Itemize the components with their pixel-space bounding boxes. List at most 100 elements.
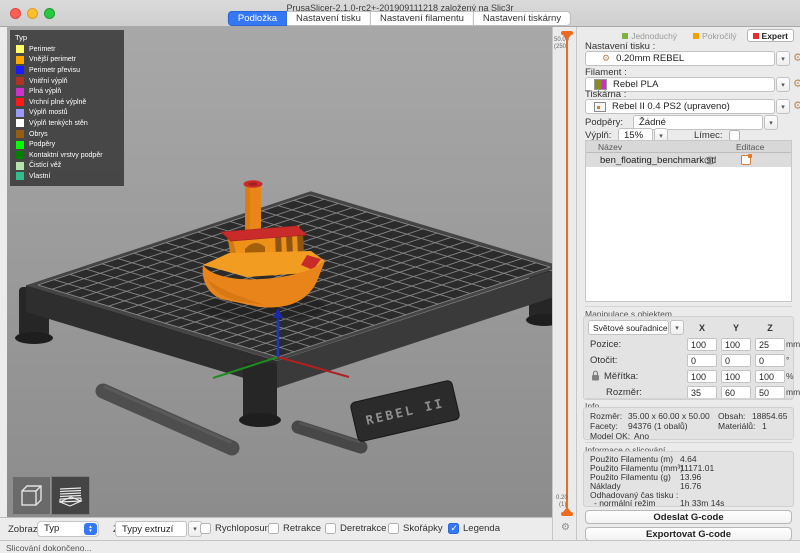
name-column-header: Název	[598, 142, 622, 152]
cost-value: 16.76	[680, 481, 701, 491]
retractions-checkbox[interactable]	[268, 523, 279, 534]
coordinate-system-select[interactable]: Světové souřadnice	[588, 320, 669, 335]
slider-top-layer: (250)	[554, 44, 568, 50]
position-unit: mm	[786, 339, 800, 349]
mode-expert-button[interactable]: Expert	[747, 29, 794, 42]
color-swatch	[16, 141, 24, 149]
print-settings-select[interactable]: ⚙ 0.20mm REBEL	[585, 51, 775, 66]
printer-dropdown-arrow[interactable]: ▾	[776, 99, 790, 114]
status-bar: Slicování dokončeno...	[0, 540, 800, 553]
object-list-header: Název Editace	[586, 141, 791, 153]
layer-slider-strip: 50.00 (250) 0.20 (1) ⚙	[552, 27, 577, 540]
filament-gear-icon[interactable]: ⚙	[793, 79, 800, 90]
color-swatch	[16, 66, 24, 74]
rotate-x-input[interactable]	[687, 354, 717, 367]
info-facets-value: 94376 (1 obalů)	[628, 421, 688, 431]
deretractions-checkbox-group: Deretrakce	[325, 523, 386, 534]
coordinate-system-dropdown-arrow[interactable]: ▾	[670, 320, 684, 335]
legend-item: Výplň mostů	[15, 108, 119, 119]
show-features-combo[interactable]: Typy extruzí	[115, 521, 187, 537]
rotate-y-input[interactable]	[721, 354, 751, 367]
position-label: Pozice:	[590, 339, 621, 350]
info-volume-label: Obsah:	[718, 411, 745, 421]
export-gcode-button[interactable]: Exportovat G-code	[585, 527, 792, 541]
legend-item: Perimetr	[15, 44, 119, 55]
scale-x-input[interactable]	[687, 370, 717, 383]
editor-view-button[interactable]	[13, 477, 50, 514]
print-settings-dropdown-arrow[interactable]: ▾	[776, 51, 790, 66]
rotate-unit: °	[786, 355, 789, 365]
position-y-input[interactable]	[721, 338, 751, 351]
eye-visibility-icon[interactable]	[704, 156, 716, 165]
slider-settings-gear-icon[interactable]: ⚙	[561, 522, 570, 533]
printer-select[interactable]: Rebel II 0.4 PS2 (upraveno)	[585, 99, 775, 114]
green-square-icon	[622, 33, 628, 39]
object-name: ben_floating_benchmark.stl	[600, 155, 716, 166]
color-swatch	[16, 130, 24, 138]
send-gcode-button[interactable]: Odeslat G-code	[585, 510, 792, 524]
orange-square-icon	[693, 33, 699, 39]
scale-y-input[interactable]	[721, 370, 751, 383]
tab-filament-settings[interactable]: Nastavení filamentu	[370, 11, 474, 26]
filament-dropdown-arrow[interactable]: ▾	[776, 77, 790, 92]
normal-mode-value: 1h 33m 14s	[680, 498, 724, 508]
legend-item: Čistící věž	[15, 161, 119, 172]
3d-viewport[interactable]: REBEL II	[7, 27, 552, 517]
legend-item: Vrchní plné výplně	[15, 97, 119, 108]
tab-plater[interactable]: Podložka	[228, 11, 287, 26]
object-list-row[interactable]: ben_floating_benchmark.stl	[586, 153, 791, 167]
mode-advanced-button[interactable]: Pokročilý	[687, 29, 742, 42]
legend-checkbox[interactable]	[448, 523, 459, 534]
shells-checkbox[interactable]	[388, 523, 399, 534]
slider-bottom-value: 0.20	[556, 495, 568, 501]
print-settings-gear-icon[interactable]: ⚙	[793, 53, 800, 64]
color-swatch	[16, 109, 24, 117]
info-manifold-value: Ano	[634, 431, 649, 441]
cube-icon	[18, 482, 45, 509]
rotate-z-input[interactable]	[755, 354, 785, 367]
travel-checkbox[interactable]	[200, 523, 211, 534]
slider-bottom-layer: (1)	[559, 502, 566, 508]
uniform-scale-lock-icon[interactable]	[591, 370, 600, 381]
tab-print-settings[interactable]: Nastavení tisku	[286, 11, 371, 26]
color-swatch	[16, 119, 24, 127]
layer-slider-bottom-handle[interactable]	[561, 507, 573, 516]
size-unit: mm	[786, 387, 800, 397]
view-type-popup[interactable]: Typ ▲▼	[37, 521, 99, 537]
axis-x-header: X	[687, 323, 717, 333]
color-swatch	[16, 162, 24, 170]
shells-checkbox-group: Skořápky	[388, 523, 443, 534]
main-tab-bar: Podložka Nastavení tisku Nastavení filam…	[229, 11, 571, 26]
deretractions-checkbox[interactable]	[325, 523, 336, 534]
gear-icon: ⚙	[602, 53, 610, 64]
axis-y-header: Y	[721, 323, 751, 333]
edit-object-icon[interactable]	[741, 155, 751, 165]
scale-z-input[interactable]	[755, 370, 785, 383]
stepper-arrows-icon: ▲▼	[84, 523, 97, 535]
rotate-label: Otočit:	[590, 355, 617, 366]
preview-layers-button[interactable]	[52, 477, 89, 514]
edit-column-header: Editace	[736, 142, 764, 152]
info-size-label: Rozměr:	[590, 411, 622, 421]
legend-item: Kontaktní vrstvy podpěr	[15, 150, 119, 161]
legend-item: Perimetr převisu	[15, 65, 119, 76]
info-materials-value: 1	[762, 421, 767, 431]
legend-item: Podpěry	[15, 139, 119, 150]
tab-printer-settings[interactable]: Nastavení tiskárny	[473, 11, 571, 26]
travel-checkbox-group: Rychloposun	[200, 523, 270, 534]
legend-item: Výplň tenkých stěn	[15, 118, 119, 129]
color-swatch	[16, 77, 24, 85]
printer-gear-icon[interactable]: ⚙	[793, 101, 800, 112]
color-swatch	[16, 172, 24, 180]
legend-title: Typ	[15, 33, 119, 42]
red-square-icon	[753, 33, 759, 39]
color-swatch	[16, 45, 24, 53]
size-label: Rozměr:	[606, 387, 642, 398]
position-z-input[interactable]	[755, 338, 785, 351]
info-facets-label: Facety:	[590, 421, 618, 431]
legend-item: Vnější perimetr	[15, 55, 119, 66]
normal-mode-label: - normální režim	[594, 498, 655, 508]
object-list: Název Editace ben_floating_benchmark.stl	[585, 140, 792, 302]
slicing-info-panel: Použito Filamentu (m) 4.64 Použito Filam…	[583, 451, 794, 507]
position-x-input[interactable]	[687, 338, 717, 351]
